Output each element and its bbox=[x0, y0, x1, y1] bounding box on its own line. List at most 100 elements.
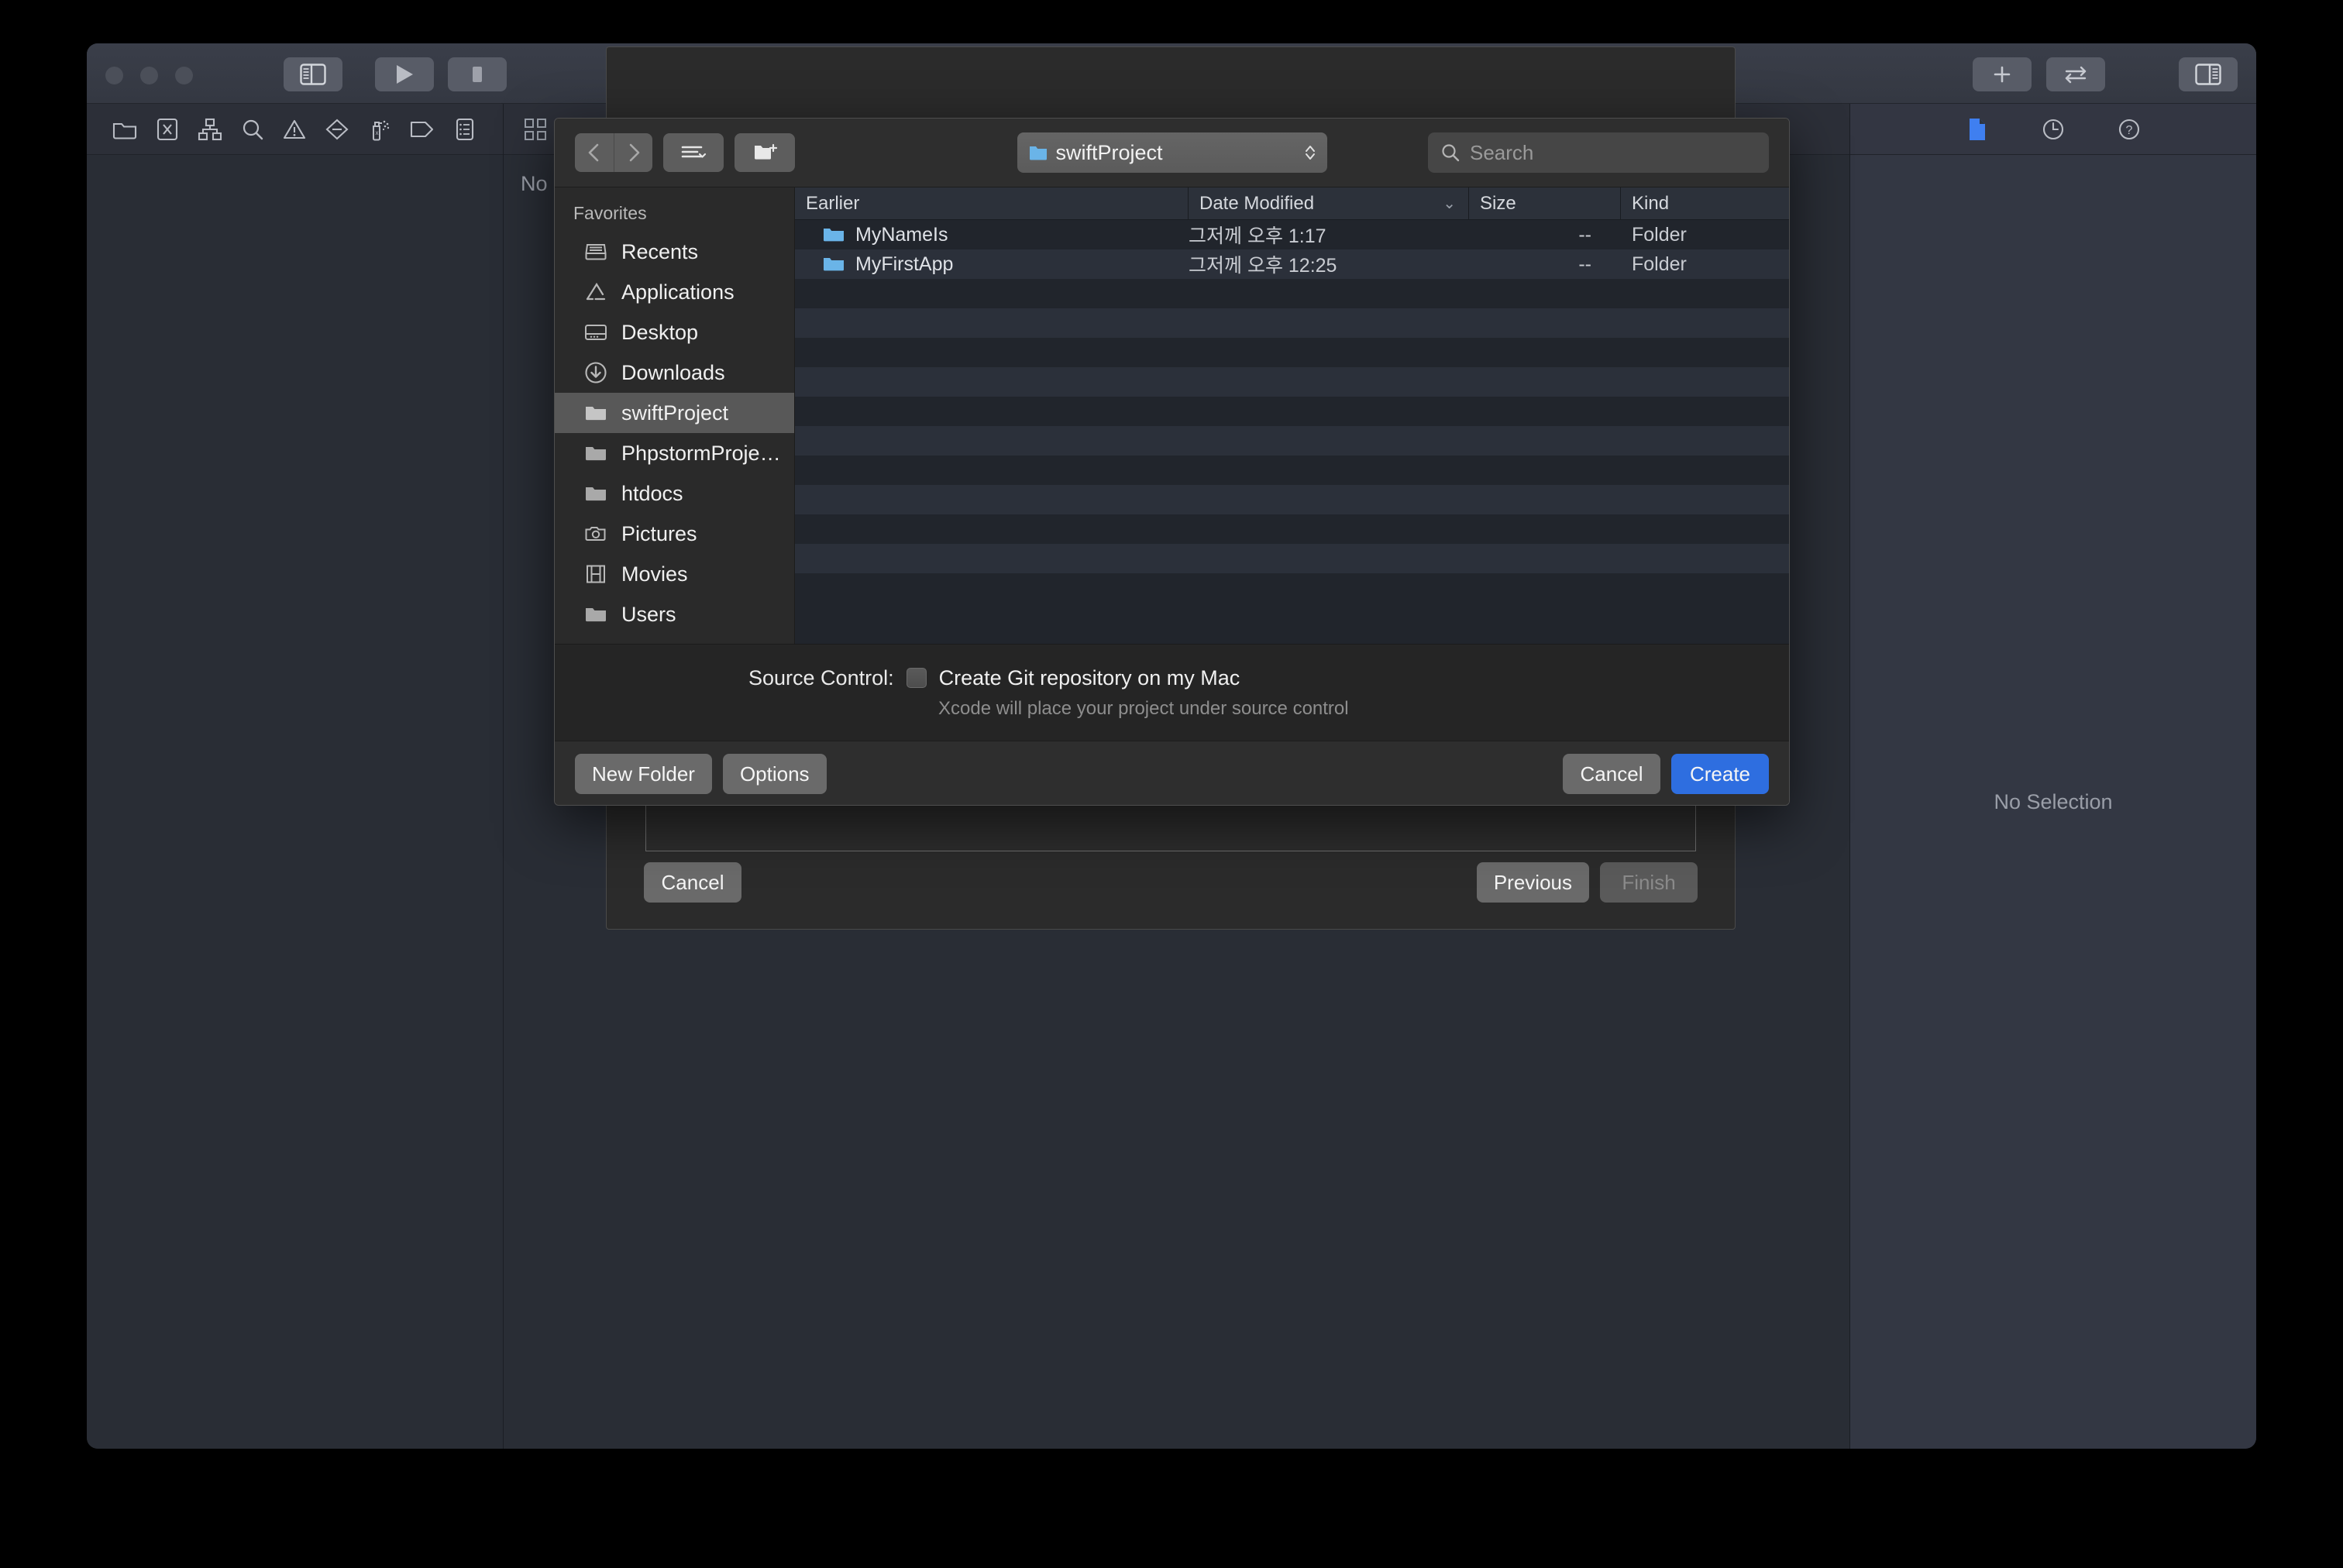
list-view-icon bbox=[680, 143, 707, 163]
path-popup-label: swiftProject bbox=[1055, 140, 1163, 164]
column-label: Size bbox=[1480, 192, 1516, 214]
file-size: -- bbox=[1578, 223, 1591, 246]
table-row[interactable]: MyFirstApp 그저께 오후 12:25 -- Folder bbox=[795, 249, 1789, 279]
sidebar-item-movies[interactable]: Movies bbox=[555, 554, 794, 594]
navigator-toggle-button[interactable] bbox=[284, 57, 342, 91]
cancel-button[interactable]: Cancel bbox=[1563, 754, 1660, 794]
column-header-name[interactable]: Earlier bbox=[795, 187, 1189, 219]
debug-navigator-tab[interactable] bbox=[406, 113, 439, 146]
inspector-toggle-button[interactable] bbox=[2179, 57, 2238, 91]
forward-button[interactable] bbox=[614, 133, 652, 172]
column-header-kind[interactable]: Kind bbox=[1621, 187, 1789, 219]
sidebar-item-htdocs[interactable]: htdocs bbox=[555, 473, 794, 514]
favorites-sidebar: Favorites Recents Applications Desktop D… bbox=[555, 187, 795, 644]
table-row-empty bbox=[795, 397, 1789, 426]
file-name: MyFirstApp bbox=[855, 253, 954, 275]
view-options-button[interactable] bbox=[663, 133, 724, 172]
sidebar-item-label: PhpstormProje… bbox=[621, 441, 781, 465]
minimize-button[interactable] bbox=[140, 67, 158, 84]
issue-navigator-tab[interactable] bbox=[278, 113, 311, 146]
svg-text:?: ? bbox=[2126, 124, 2133, 137]
inspector-pane: ? No Selection bbox=[1850, 104, 2256, 1449]
file-date: 그저께 오후 12:25 bbox=[1189, 255, 1337, 277]
run-button[interactable] bbox=[375, 57, 434, 91]
navigator-empty-area bbox=[87, 155, 503, 1449]
path-popup-button[interactable]: swiftProject bbox=[1017, 132, 1327, 173]
sidebar-item-label: Pictures bbox=[621, 521, 697, 545]
table-row-empty bbox=[795, 544, 1789, 573]
table-row-empty bbox=[795, 308, 1789, 338]
editor-modules-button[interactable] bbox=[519, 113, 552, 146]
sidebar-item-users[interactable]: Users bbox=[555, 594, 794, 634]
sidebar-item-phpstormprojects[interactable]: PhpstormProje… bbox=[555, 433, 794, 473]
play-icon bbox=[394, 63, 415, 86]
new-folder-toolbar-button[interactable] bbox=[735, 133, 795, 172]
file-name-cell: MyNameIs bbox=[795, 224, 1189, 246]
dialog-body: Favorites Recents Applications Desktop D… bbox=[555, 187, 1789, 644]
folder-icon bbox=[583, 482, 609, 505]
dialog-search-box[interactable] bbox=[1428, 132, 1769, 173]
file-inspector-tab[interactable] bbox=[1961, 113, 1994, 146]
sidebar-item-recents[interactable]: Recents bbox=[555, 232, 794, 272]
quick-help-inspector-tab[interactable]: ? bbox=[2113, 113, 2145, 146]
sidebar-item-pictures[interactable]: Pictures bbox=[555, 514, 794, 554]
applications-icon bbox=[583, 280, 609, 304]
column-header-date-modified[interactable]: Date Modified ⌄ bbox=[1189, 187, 1469, 219]
column-label: Kind bbox=[1632, 192, 1670, 214]
traffic-lights bbox=[105, 67, 193, 84]
folder-blue-icon bbox=[823, 256, 845, 273]
downloads-icon bbox=[583, 361, 609, 384]
navigator-toolbar: x bbox=[87, 104, 503, 155]
test-navigator-tab[interactable]: x bbox=[363, 113, 396, 146]
sidebar-item-desktop[interactable]: Desktop bbox=[555, 312, 794, 352]
create-button[interactable]: Create bbox=[1671, 754, 1769, 794]
x-square-icon bbox=[156, 118, 179, 141]
clock-history-icon bbox=[2042, 118, 2065, 141]
wizard-button-bar: Cancel Previous Finish bbox=[607, 836, 1735, 929]
folder-icon bbox=[583, 442, 609, 465]
nav-back-forward-segment[interactable] bbox=[575, 133, 652, 172]
desktop-icon bbox=[583, 321, 609, 344]
sidebar-left-icon bbox=[300, 64, 326, 85]
table-row-empty bbox=[795, 367, 1789, 397]
close-button[interactable] bbox=[105, 67, 123, 84]
file-list-rows[interactable]: MyNameIs 그저께 오후 1:17 -- Folder MyFirstAp… bbox=[795, 220, 1789, 644]
sidebar-item-label: Desktop bbox=[621, 320, 699, 344]
sidebar-item-label: Users bbox=[621, 602, 676, 626]
folder-icon bbox=[583, 603, 609, 626]
wizard-cancel-button[interactable]: Cancel bbox=[644, 862, 741, 903]
project-navigator-tab[interactable] bbox=[108, 113, 141, 146]
swap-button[interactable] bbox=[2046, 57, 2105, 91]
stop-button[interactable] bbox=[448, 57, 507, 91]
file-date: 그저께 오후 1:17 bbox=[1189, 225, 1326, 247]
breakpoint-navigator-tab[interactable] bbox=[321, 113, 353, 146]
warning-triangle-icon bbox=[283, 119, 306, 140]
zoom-button[interactable] bbox=[175, 67, 193, 84]
column-header-size[interactable]: Size bbox=[1469, 187, 1621, 219]
new-folder-button[interactable]: New Folder bbox=[575, 754, 712, 794]
file-document-icon bbox=[1966, 117, 1988, 142]
add-button[interactable] bbox=[1973, 57, 2032, 91]
back-button[interactable] bbox=[575, 133, 614, 172]
sidebar-item-downloads[interactable]: Downloads bbox=[555, 352, 794, 393]
file-list-area: Earlier Date Modified ⌄ Size Kind MyName… bbox=[795, 187, 1789, 644]
column-label: Earlier bbox=[806, 192, 860, 214]
sidebar-item-label: htdocs bbox=[621, 481, 683, 505]
find-navigator-tab[interactable] bbox=[236, 113, 269, 146]
sidebar-item-applications[interactable]: Applications bbox=[555, 272, 794, 312]
new-folder-icon bbox=[752, 142, 777, 163]
search-input[interactable] bbox=[1470, 140, 1756, 165]
sidebar-item-swiftproject[interactable]: swiftProject bbox=[555, 393, 794, 433]
wizard-finish-button: Finish bbox=[1600, 862, 1698, 903]
tag-icon bbox=[409, 119, 435, 139]
options-button[interactable]: Options bbox=[722, 754, 827, 794]
create-git-repository-checkbox[interactable] bbox=[906, 668, 927, 688]
wizard-previous-button[interactable]: Previous bbox=[1476, 862, 1589, 903]
search-icon bbox=[241, 118, 264, 141]
source-control-navigator-tab[interactable] bbox=[151, 113, 184, 146]
history-inspector-tab[interactable] bbox=[2037, 113, 2069, 146]
report-navigator-tab[interactable] bbox=[449, 113, 481, 146]
search-icon bbox=[1440, 143, 1461, 163]
table-row[interactable]: MyNameIs 그저께 오후 1:17 -- Folder bbox=[795, 220, 1789, 249]
symbol-navigator-tab[interactable] bbox=[194, 113, 226, 146]
